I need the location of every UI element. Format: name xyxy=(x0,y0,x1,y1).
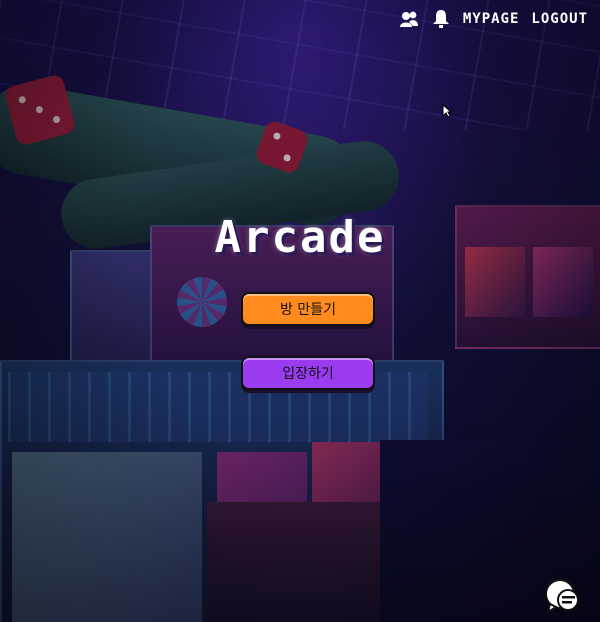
enter-button[interactable]: 입장하기 xyxy=(241,356,375,390)
create-room-button[interactable]: 방 만들기 xyxy=(241,292,375,326)
mouse-cursor-icon xyxy=(442,103,453,122)
page-title: Arcade xyxy=(214,212,386,263)
mypage-link[interactable]: MYPAGE xyxy=(463,11,520,27)
friends-icon[interactable] xyxy=(399,9,419,29)
logout-link[interactable]: LOGOUT xyxy=(531,11,588,27)
top-nav: MYPAGE LOGOUT xyxy=(399,8,588,30)
bell-icon[interactable] xyxy=(431,9,451,29)
chat-bubble-icon[interactable] xyxy=(542,578,582,616)
